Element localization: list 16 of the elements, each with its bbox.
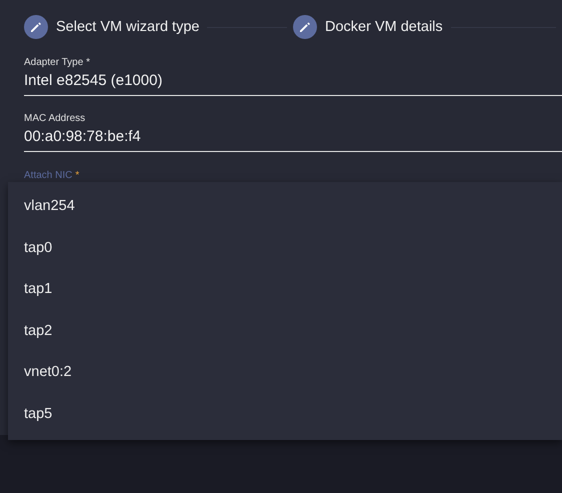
menu-option[interactable]: tap5 xyxy=(8,394,562,436)
menu-option[interactable]: vnet0:2 xyxy=(8,352,562,394)
field-label: MAC Address xyxy=(24,113,86,124)
menu-option[interactable]: tap2 xyxy=(8,310,562,352)
menu-option[interactable]: tap1 xyxy=(8,269,562,311)
step-label[interactable]: Select VM wizard type xyxy=(56,19,200,35)
menu-option[interactable]: tap0 xyxy=(8,228,562,270)
menu-option[interactable]: vlan254 xyxy=(8,186,562,228)
field-label: Attach NIC xyxy=(24,170,72,181)
step-label[interactable]: Docker VM details xyxy=(325,19,443,35)
field-label: Adapter Type * xyxy=(24,57,91,68)
required-mark: * xyxy=(75,170,80,181)
input-field[interactable]: Intel e82545 (e1000) xyxy=(24,68,562,95)
pencil-icon[interactable] xyxy=(293,15,317,39)
pencil-icon[interactable] xyxy=(24,15,48,39)
input-field[interactable]: 00:a0:98:78:be:f4 xyxy=(24,124,562,151)
